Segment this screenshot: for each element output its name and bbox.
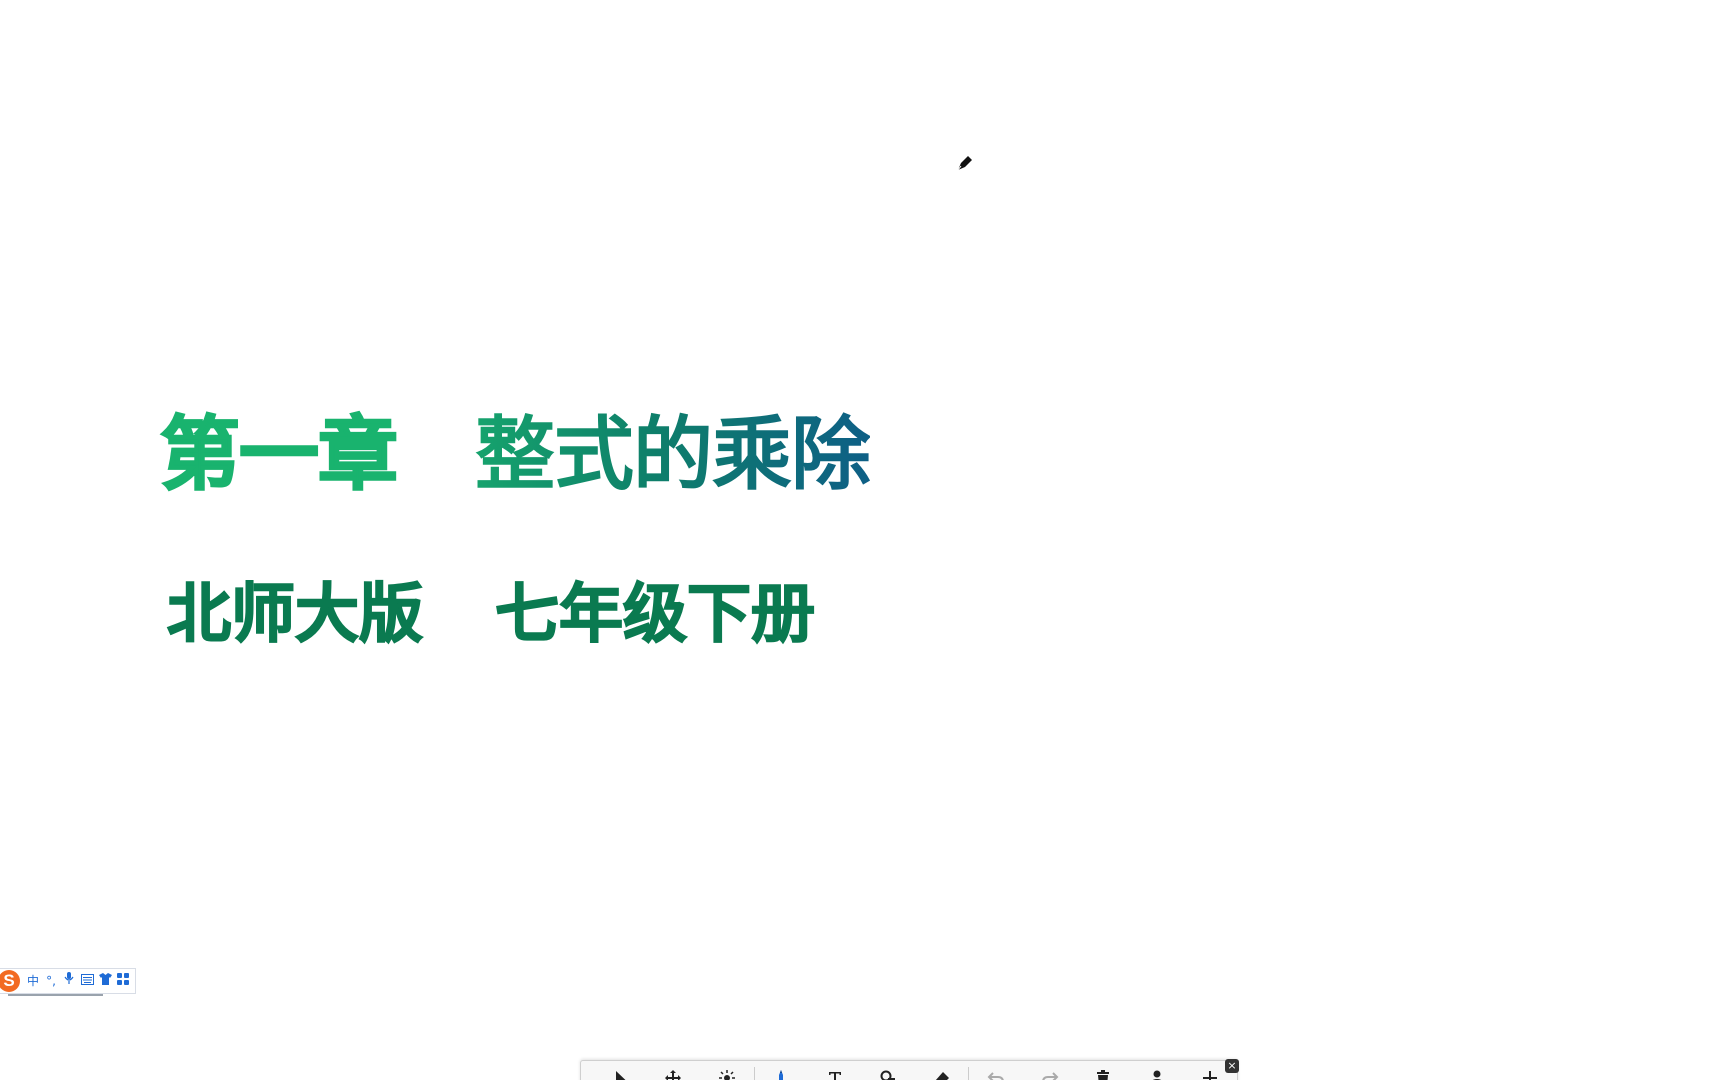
toolbar-close-button[interactable]: × [1225,1059,1239,1073]
select-arrow-icon[interactable] [593,1061,647,1080]
subtitle-publisher: 北师大版 [166,577,424,653]
ime-underline [8,994,103,996]
title-topic: 整式的乘除 [475,408,871,501]
pen-cursor-icon [957,156,972,171]
pen-icon[interactable] [754,1061,808,1080]
toolbox-icon[interactable] [114,969,132,993]
title-chapter: 第一章 [159,407,399,502]
eraser-icon[interactable] [915,1061,969,1080]
undo-icon[interactable] [969,1061,1023,1080]
redo-icon[interactable] [1023,1061,1077,1080]
text-icon[interactable] [808,1061,862,1080]
ime-mode-toggle[interactable]: 中 [24,969,42,993]
slide-canvas[interactable]: 第一章 整式的乘除 北师大版 七年级下册 S 中 °, × [0,0,1728,1080]
shape-icon[interactable] [861,1061,915,1080]
mic-icon[interactable] [60,969,78,993]
skin-icon[interactable] [96,969,114,993]
slide-subtitle: 北师大版 七年级下册 [166,575,816,655]
subtitle-grade: 七年级下册 [494,577,816,653]
sogou-logo-icon[interactable]: S [0,970,20,992]
ime-punct-toggle[interactable]: °, [42,969,60,993]
slide-title: 第一章 整式的乘除 [159,405,871,505]
annotation-toolbar[interactable]: × [580,1059,1239,1080]
keyboard-icon[interactable] [78,969,96,993]
laser-pointer-icon[interactable] [700,1061,754,1080]
move-icon[interactable] [647,1061,701,1080]
ime-status-bar[interactable]: S 中 °, [0,968,136,996]
clear-icon[interactable] [1076,1061,1130,1080]
presenter-icon[interactable] [1130,1061,1184,1080]
